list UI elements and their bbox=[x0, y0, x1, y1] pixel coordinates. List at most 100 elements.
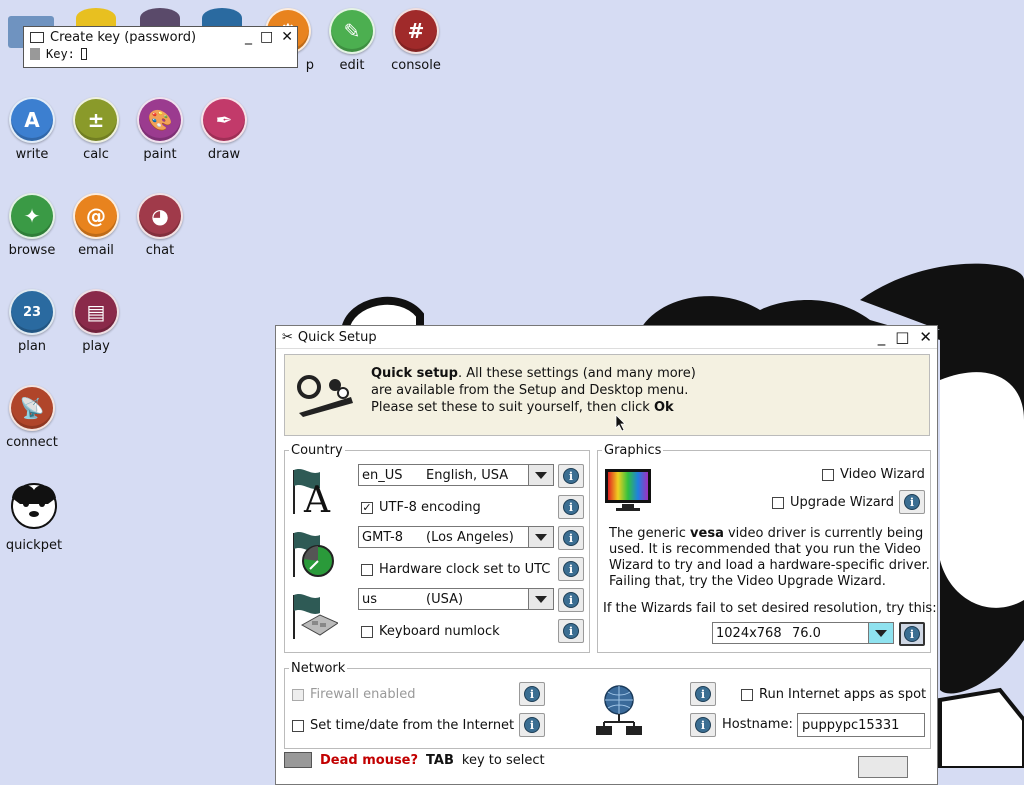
desktop-icon-write[interactable]: A write bbox=[0, 97, 64, 162]
locale-info-button[interactable]: i bbox=[558, 464, 584, 488]
upgrade-wizard-checkbox[interactable]: Upgrade Wizard bbox=[772, 495, 894, 510]
desktop-icon-draw[interactable]: ✒ draw bbox=[192, 97, 256, 162]
footer-hint: Dead mouse? TAB key to select bbox=[284, 752, 545, 768]
keyboard-name: (USA) bbox=[426, 591, 464, 607]
tools-icon: ✂ bbox=[282, 329, 293, 345]
resolution-select[interactable]: 1024x768 76.0 bbox=[712, 622, 894, 644]
desktop-icon-plan[interactable]: 23 plan bbox=[0, 289, 64, 354]
timedate-info-button[interactable]: i bbox=[519, 713, 545, 737]
desktop-icon-connect[interactable]: 📡 connect bbox=[0, 385, 64, 450]
close-icon[interactable]: ✕ bbox=[281, 29, 293, 45]
desc-line4: Failing that, try the Video Upgrade Wiza… bbox=[609, 574, 886, 589]
timezone-name: (Los Angeles) bbox=[426, 529, 514, 545]
desc-bold: vesa bbox=[690, 526, 724, 541]
upgrade-wizard-info-button[interactable]: i bbox=[899, 490, 925, 514]
desktop-icon-console[interactable]: # console bbox=[384, 8, 448, 73]
minimize-icon[interactable]: _ bbox=[245, 29, 252, 45]
info-icon: i bbox=[695, 686, 711, 702]
checkbox[interactable] bbox=[822, 468, 834, 481]
timedate-checkbox[interactable]: Set time/date from the Internet bbox=[292, 718, 514, 733]
checkbox[interactable] bbox=[292, 719, 304, 732]
hwclock-info-button[interactable]: i bbox=[558, 557, 584, 581]
checkbox bbox=[292, 688, 304, 701]
desktop-icon-paint[interactable]: 🎨 paint bbox=[128, 97, 192, 162]
key-small-icon bbox=[30, 48, 40, 60]
checkbox[interactable] bbox=[772, 496, 784, 509]
write-icon: A bbox=[9, 97, 55, 143]
banner-line1: . All these settings (and many more) bbox=[457, 366, 696, 381]
utf8-info-button[interactable]: i bbox=[558, 495, 584, 519]
chevron-down-icon[interactable] bbox=[528, 465, 553, 485]
resolution-info-button[interactable]: i bbox=[899, 622, 925, 646]
browse-icon: ✦ bbox=[9, 193, 55, 239]
desktop-icon-chat[interactable]: ◕ chat bbox=[128, 193, 192, 258]
keyboard-select[interactable]: us (USA) bbox=[358, 588, 554, 610]
info-icon: i bbox=[904, 494, 920, 510]
desktop-icon-browse[interactable]: ✦ browse bbox=[0, 193, 64, 258]
maximize-icon[interactable]: □ bbox=[895, 328, 909, 346]
chevron-down-icon[interactable] bbox=[528, 589, 553, 609]
desktop-icon-quickpet[interactable]: quickpet bbox=[2, 480, 66, 553]
firewall-info-button[interactable]: i bbox=[519, 682, 545, 706]
ok-button[interactable] bbox=[858, 756, 908, 778]
banner-line3: Please set these to suit yourself, then … bbox=[371, 400, 654, 415]
fallback-text: If the Wizards fail to set desired resol… bbox=[603, 601, 937, 616]
minimize-icon[interactable]: _ bbox=[878, 328, 886, 346]
hwclock-checkbox[interactable]: Hardware clock set to UTC bbox=[361, 562, 550, 577]
utf8-label: UTF-8 encoding bbox=[379, 500, 481, 515]
info-icon: i bbox=[563, 530, 579, 546]
chevron-down-icon[interactable] bbox=[528, 527, 553, 547]
numlock-label: Keyboard numlock bbox=[379, 624, 500, 639]
info-icon: i bbox=[563, 623, 579, 639]
locale-select[interactable]: en_US English, USA bbox=[358, 464, 554, 486]
info-icon: i bbox=[563, 499, 579, 515]
graphics-legend: Graphics bbox=[604, 443, 662, 458]
close-icon[interactable]: ✕ bbox=[919, 328, 932, 346]
numlock-checkbox[interactable]: Keyboard numlock bbox=[361, 624, 500, 639]
spot-label: Run Internet apps as spot bbox=[759, 687, 927, 702]
info-icon: i bbox=[563, 592, 579, 608]
desktop-icon-partial bbox=[76, 8, 116, 28]
checkbox[interactable] bbox=[361, 625, 373, 638]
connect-icon: 📡 bbox=[9, 385, 55, 431]
key-input[interactable] bbox=[80, 48, 87, 60]
spot-checkbox[interactable]: Run Internet apps as spot bbox=[741, 687, 926, 702]
quick-setup-titlebar[interactable]: ✂ Quick Setup bbox=[276, 326, 937, 349]
desc-line3: Wizard to try and load a hardware-specif… bbox=[609, 558, 930, 573]
numlock-info-button[interactable]: i bbox=[558, 619, 584, 643]
video-wizard-label: Video Wizard bbox=[840, 467, 925, 482]
key-label: Key: bbox=[46, 47, 75, 61]
banner-bold: Quick setup bbox=[371, 366, 458, 381]
chat-icon: ◕ bbox=[137, 193, 183, 239]
email-icon: @ bbox=[73, 193, 119, 239]
checkbox[interactable]: ✓ bbox=[361, 501, 373, 514]
desktop-icon-play[interactable]: ▤ play bbox=[64, 289, 128, 354]
plan-icon: 23 bbox=[9, 289, 55, 335]
info-icon: i bbox=[524, 686, 540, 702]
banner-ok: Ok bbox=[653, 400, 674, 415]
desktop-icon-edit[interactable]: ✎ edit bbox=[320, 8, 384, 73]
chevron-down-icon[interactable] bbox=[868, 623, 893, 643]
draw-icon: ✒ bbox=[201, 97, 247, 143]
wrench-icon bbox=[297, 375, 353, 417]
timezone-info-button[interactable]: i bbox=[558, 526, 584, 550]
timedate-label: Set time/date from the Internet bbox=[310, 718, 515, 733]
checkbox[interactable] bbox=[361, 563, 373, 576]
desktop-icon-email[interactable]: @ email bbox=[64, 193, 128, 258]
refresh-value: 76.0 bbox=[792, 625, 821, 641]
video-wizard-checkbox[interactable]: Video Wizard bbox=[822, 467, 925, 482]
resolution-value: 1024x768 bbox=[716, 625, 782, 641]
desktop-icon-calc[interactable]: ± calc bbox=[64, 97, 128, 162]
checkbox[interactable] bbox=[741, 688, 753, 701]
network-info-button-1[interactable]: i bbox=[690, 682, 716, 706]
utf8-checkbox[interactable]: ✓ UTF-8 encoding bbox=[361, 500, 481, 515]
maximize-icon[interactable]: □ bbox=[260, 29, 273, 45]
keyboard-info-button[interactable]: i bbox=[558, 588, 584, 612]
hostname-input[interactable]: puppypc15331 bbox=[797, 713, 925, 737]
graphics-description: The generic vesa video driver is current… bbox=[609, 526, 930, 590]
timezone-select[interactable]: GMT-8 (Los Angeles) bbox=[358, 526, 554, 548]
keyboard-code: us bbox=[362, 591, 378, 607]
footer-red: Dead mouse? bbox=[320, 752, 419, 768]
network-info-button-2[interactable]: i bbox=[690, 713, 716, 737]
quick-setup-banner: Quick setup. All these settings (and man… bbox=[284, 354, 930, 436]
